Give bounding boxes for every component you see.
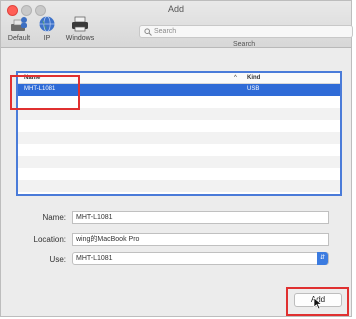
search-icon [144, 28, 152, 36]
globe-icon [39, 16, 55, 32]
empty-row [18, 132, 340, 144]
toolbar-ip[interactable]: IP [37, 15, 57, 42]
window-title: Add [167, 4, 184, 14]
empty-row [18, 168, 340, 180]
empty-row [18, 144, 340, 156]
column-header-kind[interactable]: Kind [247, 75, 260, 81]
printer-row-kind: USB [247, 86, 260, 92]
use-label: Use: [49, 255, 66, 264]
location-label: Location: [33, 235, 66, 244]
use-select-value: MHT-L1081 [76, 255, 113, 262]
search-placeholder: Search [154, 28, 177, 35]
name-label: Name: [42, 213, 66, 222]
empty-row [18, 156, 340, 168]
toolbar-default-label: Default [7, 35, 31, 42]
mouse-pointer-icon [313, 297, 323, 310]
highlight-box-name-column [10, 75, 80, 110]
sort-indicator: ^ [234, 75, 237, 81]
chevron-updown-icon[interactable]: ⇵ [317, 252, 328, 265]
printer-icon [72, 16, 88, 32]
add-printer-window: Add Default IP Windows Search Search Nam… [0, 0, 353, 317]
empty-row [18, 180, 340, 192]
toolbar-ip-label: IP [43, 35, 51, 42]
name-field[interactable]: MHT-L1081 [72, 211, 329, 224]
search-field[interactable]: Search [139, 25, 353, 38]
toolbar-windows-label: Windows [65, 35, 95, 42]
printer-person-icon [11, 17, 27, 31]
use-select[interactable]: MHT-L1081 ⇵ [72, 252, 329, 265]
empty-row [18, 120, 340, 132]
toolbar-windows[interactable]: Windows [63, 15, 97, 42]
location-field[interactable]: wing的MacBook Pro [72, 233, 329, 246]
search-label: Search [233, 41, 256, 48]
toolbar-default[interactable]: Default [3, 13, 35, 45]
